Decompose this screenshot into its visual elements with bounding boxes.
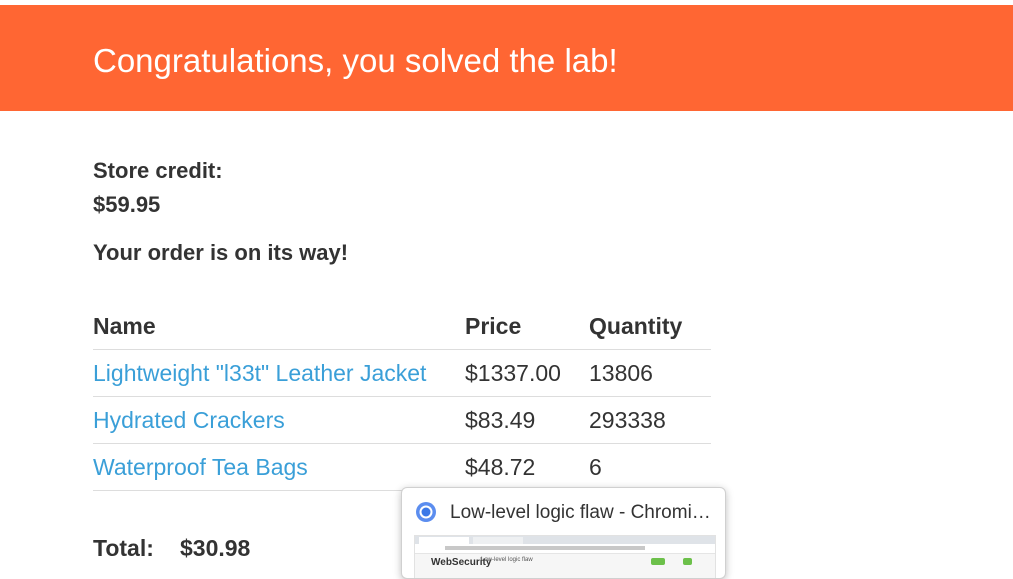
tab-thumbnail: WebSecurity Low-level logic flaw [414,535,716,578]
column-header-price: Price [465,303,589,350]
product-link[interactable]: Lightweight "l33t" Leather Jacket [93,360,426,386]
table-row: Waterproof Tea Bags $48.72 6 [93,443,711,491]
tab-preview-title: Low-level logic flaw - Chromium [450,502,718,523]
table-row: Lightweight "l33t" Leather Jacket $1337.… [93,349,711,397]
total-label: Total: [93,535,154,561]
order-status-message: Your order is on its way! [93,240,349,265]
table-row: Hydrated Crackers $83.49 293338 [93,396,711,444]
column-header-quantity: Quantity [589,303,711,350]
product-price: $1337.00 [465,349,589,397]
order-total: Total: $30.98 [93,535,250,562]
column-header-name: Name [93,303,465,350]
product-quantity: 13806 [589,349,711,397]
product-link[interactable]: Waterproof Tea Bags [93,454,308,480]
chromium-icon [416,502,436,522]
banner-message: Congratulations, you solved the lab! [93,42,618,79]
product-price: $48.72 [465,443,589,491]
table-header-row: Name Price Quantity [93,303,711,350]
tab-hover-preview[interactable]: Low-level logic flaw - Chromium WebSecur… [401,487,726,579]
product-link[interactable]: Hydrated Crackers [93,407,285,433]
product-price: $83.49 [465,396,589,444]
total-value: $30.98 [180,535,251,561]
lab-solved-banner: Congratulations, you solved the lab! [0,5,1013,111]
store-credit-value: $59.95 [93,192,161,217]
store-credit-label: Store credit: [93,158,223,183]
product-quantity: 293338 [589,396,711,444]
order-table: Name Price Quantity Lightweight "l33t" L… [93,303,711,491]
thumbnail-heading: Low-level logic flaw [481,557,533,563]
product-quantity: 6 [589,443,711,491]
